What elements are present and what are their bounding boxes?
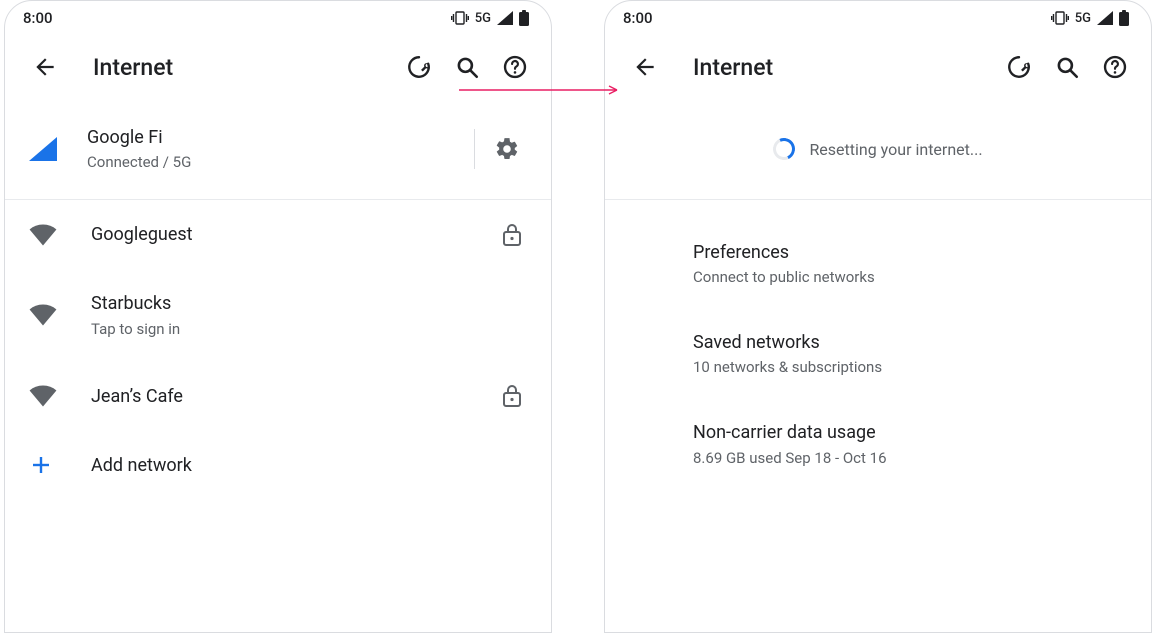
cell-signal-icon (497, 11, 513, 25)
wifi-network-sub: Tap to sign in (91, 319, 523, 340)
spinner-icon (770, 135, 798, 163)
status-clock: 8:00 (623, 9, 653, 27)
help-button[interactable] (491, 43, 539, 91)
add-network-label: Add network (91, 453, 523, 478)
app-bar: Internet (605, 35, 1151, 99)
help-button[interactable] (1091, 43, 1139, 91)
arrow-back-icon (632, 54, 658, 80)
battery-icon (1119, 10, 1129, 26)
search-icon (1054, 54, 1080, 80)
status-network-type: 5G (1075, 11, 1091, 26)
preferences-row[interactable]: Preferences Connect to public networks (667, 224, 1151, 304)
battery-icon (519, 10, 529, 26)
status-bar: 8:00 5G (605, 1, 1151, 35)
help-icon (502, 54, 528, 80)
resetting-banner: Resetting your internet... (605, 99, 1151, 199)
back-button[interactable] (621, 43, 669, 91)
back-button[interactable] (21, 43, 69, 91)
divider (474, 129, 475, 169)
connected-network-status: Connected / 5G (87, 152, 474, 173)
reset-button[interactable] (995, 43, 1043, 91)
data-usage-row[interactable]: Non-carrier data usage 8.69 GB used Sep … (667, 404, 1151, 484)
wifi-icon (29, 224, 57, 246)
help-icon (1102, 54, 1128, 80)
vibrate-icon (1051, 11, 1069, 25)
status-icons: 5G (451, 10, 529, 26)
pref-sub: Connect to public networks (693, 267, 1123, 288)
search-button[interactable] (443, 43, 491, 91)
pref-title: Preferences (693, 240, 1123, 265)
wifi-network-row[interactable]: Jean’s Cafe (5, 362, 551, 431)
wifi-network-name: Jean’s Cafe (91, 384, 501, 409)
wifi-network-row[interactable]: Googleguest (5, 200, 551, 269)
pref-sub: 10 networks & subscriptions (693, 357, 1123, 378)
connected-network-name: Google Fi (87, 125, 474, 150)
saved-networks-row[interactable]: Saved networks 10 networks & subscriptio… (667, 314, 1151, 394)
network-settings-button[interactable] (483, 125, 531, 173)
vibrate-icon (451, 11, 469, 25)
phone-screen-left: 8:00 5G Internet Google Fi Connected (4, 0, 552, 633)
wifi-network-name: Googleguest (91, 222, 501, 247)
connected-network-row[interactable]: Google Fi Connected / 5G (5, 99, 551, 199)
add-network-row[interactable]: Add network (5, 431, 551, 500)
search-icon (454, 54, 480, 80)
arrow-back-icon (32, 54, 58, 80)
status-clock: 8:00 (23, 9, 53, 27)
pref-title: Non-carrier data usage (693, 420, 1123, 445)
page-title: Internet (693, 54, 995, 81)
app-bar: Internet (5, 35, 551, 99)
search-button[interactable] (1043, 43, 1091, 91)
wifi-network-list: Googleguest Starbucks Tap to sign in Jea… (5, 200, 551, 500)
preferences-list: Preferences Connect to public networks S… (605, 200, 1151, 485)
pref-sub: 8.69 GB used Sep 18 - Oct 16 (693, 448, 1123, 469)
lock-icon (501, 384, 523, 408)
cell-signal-icon (1097, 11, 1113, 25)
status-bar: 8:00 5G (5, 1, 551, 35)
pref-title: Saved networks (693, 330, 1123, 355)
phone-screen-right: 8:00 5G Internet Resetting your internet… (604, 0, 1152, 633)
page-title: Internet (93, 54, 395, 81)
status-icons: 5G (1051, 10, 1129, 26)
reset-wrench-icon (406, 54, 432, 80)
status-network-type: 5G (475, 11, 491, 26)
reset-button[interactable] (395, 43, 443, 91)
wifi-network-row[interactable]: Starbucks Tap to sign in (5, 269, 551, 361)
reset-wrench-icon (1006, 54, 1032, 80)
gear-icon (494, 136, 520, 162)
wifi-network-name: Starbucks (91, 291, 523, 316)
plus-icon (29, 453, 53, 477)
lock-icon (501, 223, 523, 247)
wifi-icon (29, 304, 57, 326)
cell-signal-icon (29, 137, 57, 161)
wifi-icon (29, 385, 57, 407)
resetting-label: Resetting your internet... (809, 140, 982, 159)
